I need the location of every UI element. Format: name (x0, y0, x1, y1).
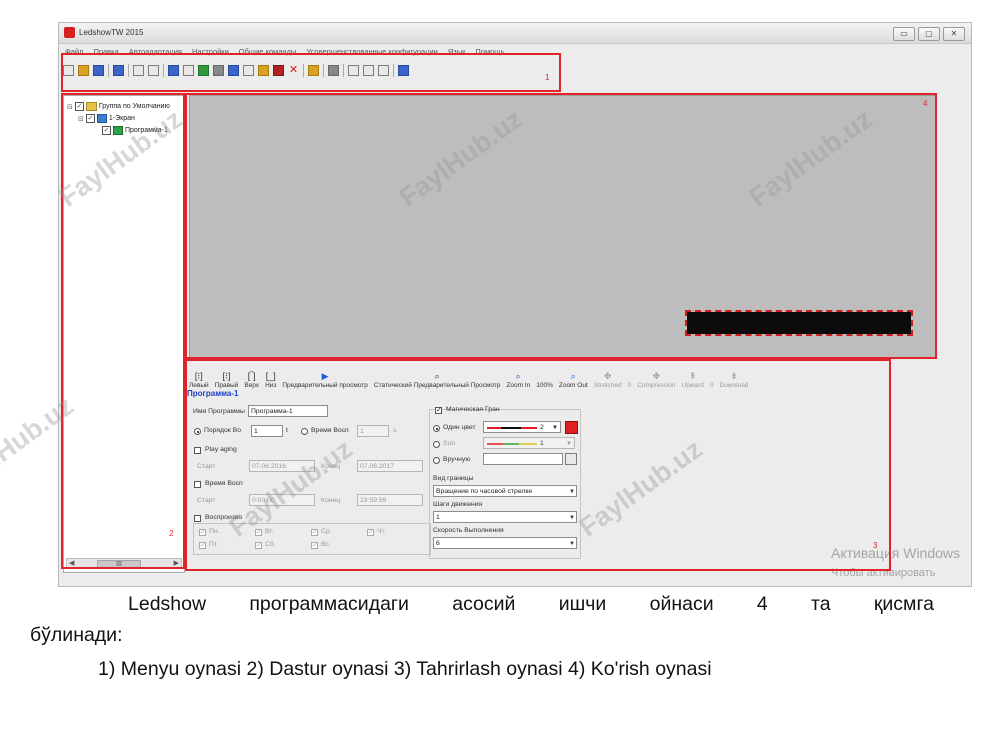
annotation-number-1: 1 (545, 73, 550, 82)
caption-line-3: 1) Menyu oynasi 2) Dastur oynasi 3) Tahr… (98, 658, 712, 680)
annotation-box-edit (185, 359, 891, 571)
ledshow-screenshot: LedshowTW 2015 ▭ ▢ ✕ Файл Правка Автоада… (58, 22, 972, 587)
maximize-button[interactable]: ▢ (918, 27, 940, 41)
caption-line-1: Ledshow программасидаги асосий ишчи ойна… (128, 593, 934, 615)
app-logo-icon (64, 27, 75, 38)
caption-line-2: бўлинади: (30, 624, 123, 646)
annotation-box-menu (61, 53, 561, 92)
minimize-button[interactable]: ▭ (893, 27, 915, 41)
annotation-number-2: 2 (169, 529, 174, 538)
annotation-number-3: 3 (873, 541, 878, 550)
title-bar: LedshowTW 2015 ▭ ▢ ✕ (59, 23, 971, 44)
app-title: LedshowTW 2015 (79, 28, 144, 37)
close-button[interactable]: ✕ (943, 27, 965, 41)
annotation-number-4: 4 (923, 99, 928, 108)
